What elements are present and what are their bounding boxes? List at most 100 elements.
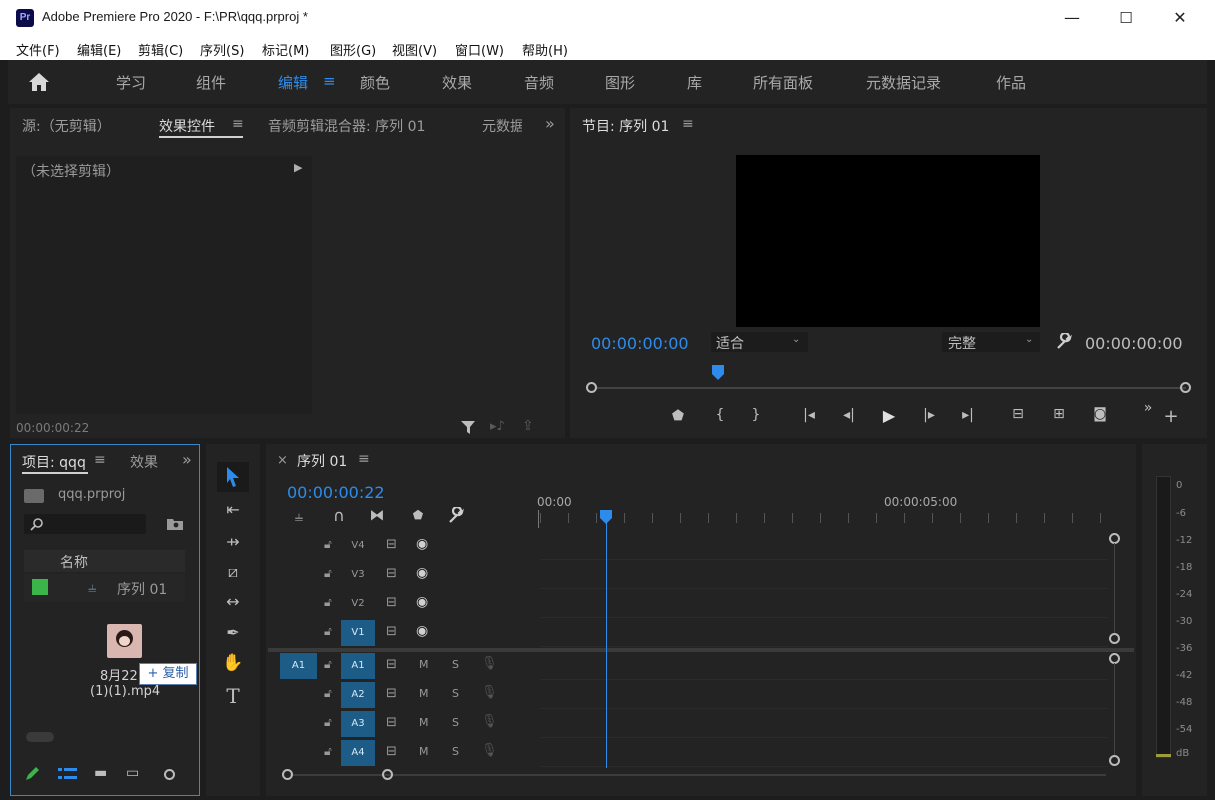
wrench-icon[interactable] (1055, 333, 1073, 351)
menu-help[interactable]: 帮助(H) (522, 40, 568, 59)
add-button-icon[interactable]: + (1162, 406, 1180, 427)
menu-clip[interactable]: 剪辑(C) (138, 40, 183, 59)
lift-icon[interactable]: ⊟ (1005, 406, 1031, 422)
sync-lock-icon[interactable]: ⊟ (386, 686, 397, 701)
workspace-metadata[interactable]: 元数据记录 (866, 72, 941, 93)
track-lane-a3[interactable] (540, 710, 1108, 738)
lock-icon[interactable]: 🔓︎ (324, 624, 332, 639)
pencil-icon[interactable] (24, 766, 42, 782)
microphone-icon[interactable]: 🎙︎ (481, 656, 498, 671)
minimize-button[interactable]: — (1045, 0, 1099, 36)
tab-program[interactable]: 节目: 序列 01 (582, 116, 669, 136)
tab-effects[interactable]: 效果 (130, 452, 158, 472)
workspace-audio[interactable]: 音频 (524, 72, 554, 93)
mute-button[interactable]: M (419, 716, 429, 729)
lock-icon[interactable]: 🔓︎ (324, 537, 332, 552)
lock-icon[interactable]: 🔓︎ (324, 744, 332, 759)
sync-lock-icon[interactable]: ⊟ (386, 744, 397, 759)
track-name-a3[interactable]: A3 (341, 711, 375, 737)
panel-overflow-icon[interactable]: » (182, 450, 192, 469)
timeline-timecode[interactable]: 00:00:00:22 (287, 483, 385, 502)
track-lane-v1[interactable] (540, 619, 1108, 647)
pen-tool-icon[interactable]: ✒ (220, 623, 246, 642)
track-lane-a2[interactable] (540, 681, 1108, 709)
track-lane-v3[interactable] (540, 561, 1108, 589)
audio-scroll-handle-bottom[interactable] (1109, 755, 1120, 766)
track-name-v4[interactable]: V4 (341, 533, 375, 559)
tab-effect-controls[interactable]: 效果控件 (159, 116, 215, 136)
snap-magnet-icon[interactable]: ∩ (328, 506, 350, 525)
menu-view[interactable]: 视图(V) (392, 40, 437, 59)
step-back-icon[interactable]: ◂| (838, 407, 860, 423)
workspace-libraries[interactable]: 库 (687, 72, 702, 93)
extract-icon[interactable]: ⊞ (1046, 406, 1072, 422)
go-to-in-icon[interactable]: |◂ (798, 407, 820, 423)
audio-scroll-track[interactable] (1114, 663, 1115, 755)
maximize-button[interactable]: ☐ (1099, 0, 1153, 36)
timeline-playhead-line[interactable] (605, 522, 607, 768)
add-marker-icon[interactable]: ⬟ (668, 408, 688, 424)
sync-lock-icon[interactable]: ⊟ (386, 715, 397, 730)
track-name-a4[interactable]: A4 (341, 740, 375, 766)
workspace-effects[interactable]: 效果 (442, 72, 472, 93)
add-marker-icon[interactable]: ⬟ (408, 508, 428, 522)
program-playhead-icon[interactable] (710, 364, 726, 382)
workspace-graphics[interactable]: 图形 (605, 72, 635, 93)
menu-graphics[interactable]: 图形(G) (330, 40, 376, 59)
track-lane-v2[interactable] (540, 590, 1108, 618)
type-tool-icon[interactable]: T (220, 684, 246, 708)
menu-sequence[interactable]: 序列(S) (200, 40, 244, 59)
export-frame-camera-icon[interactable]: ◙ (1088, 406, 1112, 422)
workspace-productions[interactable]: 作品 (996, 72, 1026, 93)
menu-edit[interactable]: 编辑(E) (77, 40, 121, 59)
overflow-icon[interactable]: » (1140, 400, 1156, 416)
expand-arrow-icon[interactable]: ▶ (294, 161, 302, 174)
timeline-menu-icon[interactable]: ≡ (358, 451, 370, 467)
solo-button[interactable]: S (452, 716, 459, 729)
freeform-view-icon[interactable]: ▭ (126, 765, 139, 781)
play-audio-icon[interactable]: ▸♪ (490, 419, 505, 434)
slip-tool-icon[interactable]: ↔ (218, 592, 248, 611)
timeline-zoom-track[interactable] (290, 774, 1106, 776)
workspace-color[interactable]: 颜色 (360, 72, 390, 93)
timeline-settings-wrench-icon[interactable] (447, 507, 465, 525)
export-icon[interactable]: ⇪ (522, 418, 534, 434)
microphone-icon[interactable]: 🎙︎ (481, 685, 498, 700)
home-icon[interactable] (28, 72, 50, 92)
eye-icon[interactable]: ◉ (416, 594, 428, 610)
program-playhead-timecode[interactable]: 00:00:00:00 (591, 334, 689, 353)
list-view-icon[interactable] (58, 767, 78, 781)
step-forward-icon[interactable]: |▸ (918, 407, 940, 423)
track-name-v1[interactable]: V1 (341, 620, 375, 646)
lock-icon[interactable]: 🔓︎ (324, 657, 332, 672)
mute-button[interactable]: M (419, 687, 429, 700)
timeline-playhead-icon[interactable] (599, 509, 613, 525)
project-menu-icon[interactable]: ≡ (94, 452, 106, 468)
tab-project[interactable]: 项目: qqq (22, 452, 86, 472)
eye-icon[interactable]: ◉ (416, 565, 428, 581)
lock-icon[interactable]: 🔓︎ (324, 595, 332, 610)
workspace-assembly[interactable]: 组件 (196, 72, 226, 93)
video-scroll-handle-bottom[interactable] (1109, 633, 1120, 644)
linked-selection-icon[interactable]: ⧓ (366, 506, 388, 524)
video-scroll-track[interactable] (1114, 543, 1115, 633)
sequence-name[interactable]: 序列 01 (117, 579, 167, 599)
razor-tool-icon[interactable]: ⧄ (220, 562, 246, 582)
play-icon[interactable]: ▶ (878, 406, 900, 425)
program-scrub-bar[interactable] (596, 387, 1186, 389)
mute-button[interactable]: M (419, 745, 429, 758)
column-header-name[interactable]: 名称 (60, 552, 88, 572)
tab-audio-clip-mixer[interactable]: 音频剪辑混合器: 序列 01 (268, 116, 425, 136)
workspace-menu-icon[interactable]: ≡ (323, 72, 336, 90)
zoom-slider-handle[interactable] (164, 769, 175, 780)
menu-window[interactable]: 窗口(W) (455, 40, 504, 59)
timeline-zoom-handle-left[interactable] (282, 769, 293, 780)
effect-controls-timecode[interactable]: 00:00:00:22 (16, 421, 89, 435)
program-video-frame[interactable] (736, 155, 1040, 327)
track-lane-v4[interactable] (540, 532, 1108, 560)
workspace-editing[interactable]: 编辑 (278, 72, 308, 93)
sync-lock-icon[interactable]: ⊟ (386, 566, 397, 581)
project-list-header[interactable] (24, 550, 185, 572)
ripple-edit-tool-icon[interactable]: ⇸ (220, 532, 246, 551)
track-name-v2[interactable]: V2 (341, 591, 375, 617)
